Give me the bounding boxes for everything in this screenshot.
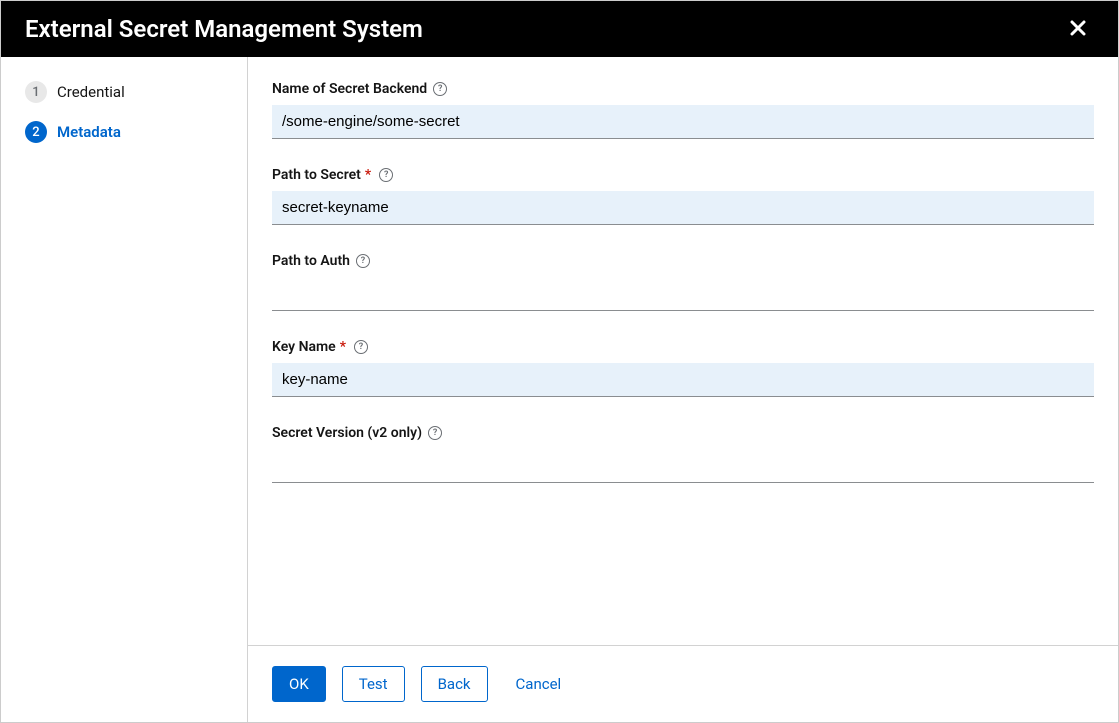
close-button[interactable] [1062, 12, 1094, 46]
required-asterisk: * [340, 339, 346, 355]
cancel-button[interactable]: Cancel [504, 667, 574, 701]
wizard-step-metadata[interactable]: 2 Metadata [25, 121, 223, 143]
label-text: Path to Auth [272, 253, 350, 269]
name-of-secret-backend-input[interactable] [272, 105, 1094, 139]
wizard-step-credential[interactable]: 1 Credential [25, 81, 223, 103]
help-icon[interactable]: ? [428, 426, 442, 440]
field-label: Secret Version (v2 only) ? [272, 425, 1094, 441]
field-label: Path to Auth ? [272, 253, 1094, 269]
step-label: Credential [57, 83, 125, 101]
path-to-auth-input[interactable] [272, 277, 1094, 311]
modal-header: External Secret Management System [1, 1, 1118, 57]
help-icon[interactable]: ? [354, 340, 368, 354]
label-text: Secret Version (v2 only) [272, 425, 422, 441]
form-group-name-of-secret-backend: Name of Secret Backend ? [272, 81, 1094, 139]
help-icon[interactable]: ? [433, 82, 447, 96]
secret-version-input[interactable] [272, 449, 1094, 483]
test-button[interactable]: Test [342, 666, 405, 702]
ok-button[interactable]: OK [272, 666, 326, 702]
modal-dialog: External Secret Management System 1 Cred… [0, 0, 1119, 723]
label-text: Name of Secret Backend [272, 81, 427, 97]
required-asterisk: * [365, 167, 371, 183]
path-to-secret-input[interactable] [272, 191, 1094, 225]
form-area: Name of Secret Backend ? Path to Secret … [248, 57, 1118, 645]
field-label: Key Name * ? [272, 339, 1094, 355]
close-icon [1070, 16, 1086, 41]
form-group-secret-version: Secret Version (v2 only) ? [272, 425, 1094, 483]
form-group-key-name: Key Name * ? [272, 339, 1094, 397]
field-label: Path to Secret * ? [272, 167, 1094, 183]
back-button[interactable]: Back [421, 666, 488, 702]
label-text: Key Name [272, 339, 336, 355]
modal-footer: OK Test Back Cancel [248, 645, 1118, 722]
field-label: Name of Secret Backend ? [272, 81, 1094, 97]
step-label: Metadata [57, 123, 121, 141]
modal-body: 1 Credential 2 Metadata Name of Secret B… [1, 57, 1118, 722]
step-number-badge: 2 [25, 121, 47, 143]
help-icon[interactable]: ? [356, 254, 370, 268]
key-name-input[interactable] [272, 363, 1094, 397]
label-text: Path to Secret [272, 167, 361, 183]
modal-title: External Secret Management System [25, 15, 423, 43]
form-group-path-to-auth: Path to Auth ? [272, 253, 1094, 311]
help-icon[interactable]: ? [379, 168, 393, 182]
main-panel: Name of Secret Backend ? Path to Secret … [248, 57, 1118, 722]
step-number-badge: 1 [25, 81, 47, 103]
form-group-path-to-secret: Path to Secret * ? [272, 167, 1094, 225]
wizard-sidebar: 1 Credential 2 Metadata [1, 57, 248, 722]
